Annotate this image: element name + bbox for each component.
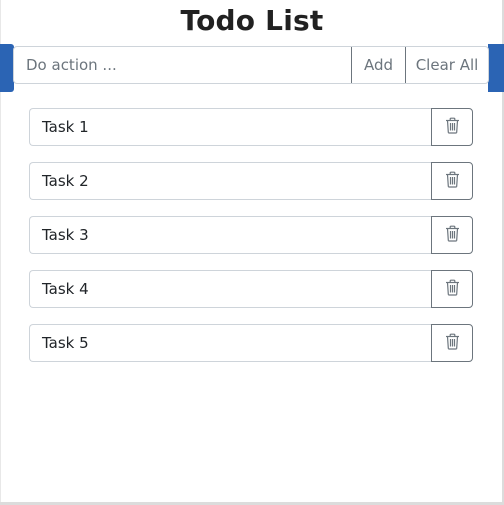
delete-task-button[interactable] [431,270,473,308]
add-button[interactable]: Add [351,47,405,83]
task-label: Task 5 [29,324,431,362]
task-label: Task 2 [29,162,431,200]
banner-edge-right [488,44,504,92]
trash-icon [445,279,460,299]
trash-icon [445,225,460,245]
delete-task-button[interactable] [431,216,473,254]
todo-input[interactable] [14,47,351,83]
list-item: Task 1 [29,108,473,146]
list-item: Task 4 [29,270,473,308]
clear-all-button[interactable]: Clear All [405,47,488,83]
list-item: Task 5 [29,324,473,362]
task-label: Task 4 [29,270,431,308]
list-item: Task 2 [29,162,473,200]
trash-icon [445,333,460,353]
task-label: Task 3 [29,216,431,254]
trash-icon [445,117,460,137]
banner-edge-left [0,44,14,92]
task-label: Task 1 [29,108,431,146]
delete-task-button[interactable] [431,324,473,362]
add-todo-form: Add Clear All [13,46,489,84]
page-title: Todo List [180,4,324,37]
todo-list: Task 1 Task 2 Task 3 Task 4 Task 5 [29,108,473,378]
app-window: Todo List Add Clear All Task 1 Task 2 [0,0,504,505]
list-item: Task 3 [29,216,473,254]
delete-task-button[interactable] [431,108,473,146]
delete-task-button[interactable] [431,162,473,200]
trash-icon [445,171,460,191]
